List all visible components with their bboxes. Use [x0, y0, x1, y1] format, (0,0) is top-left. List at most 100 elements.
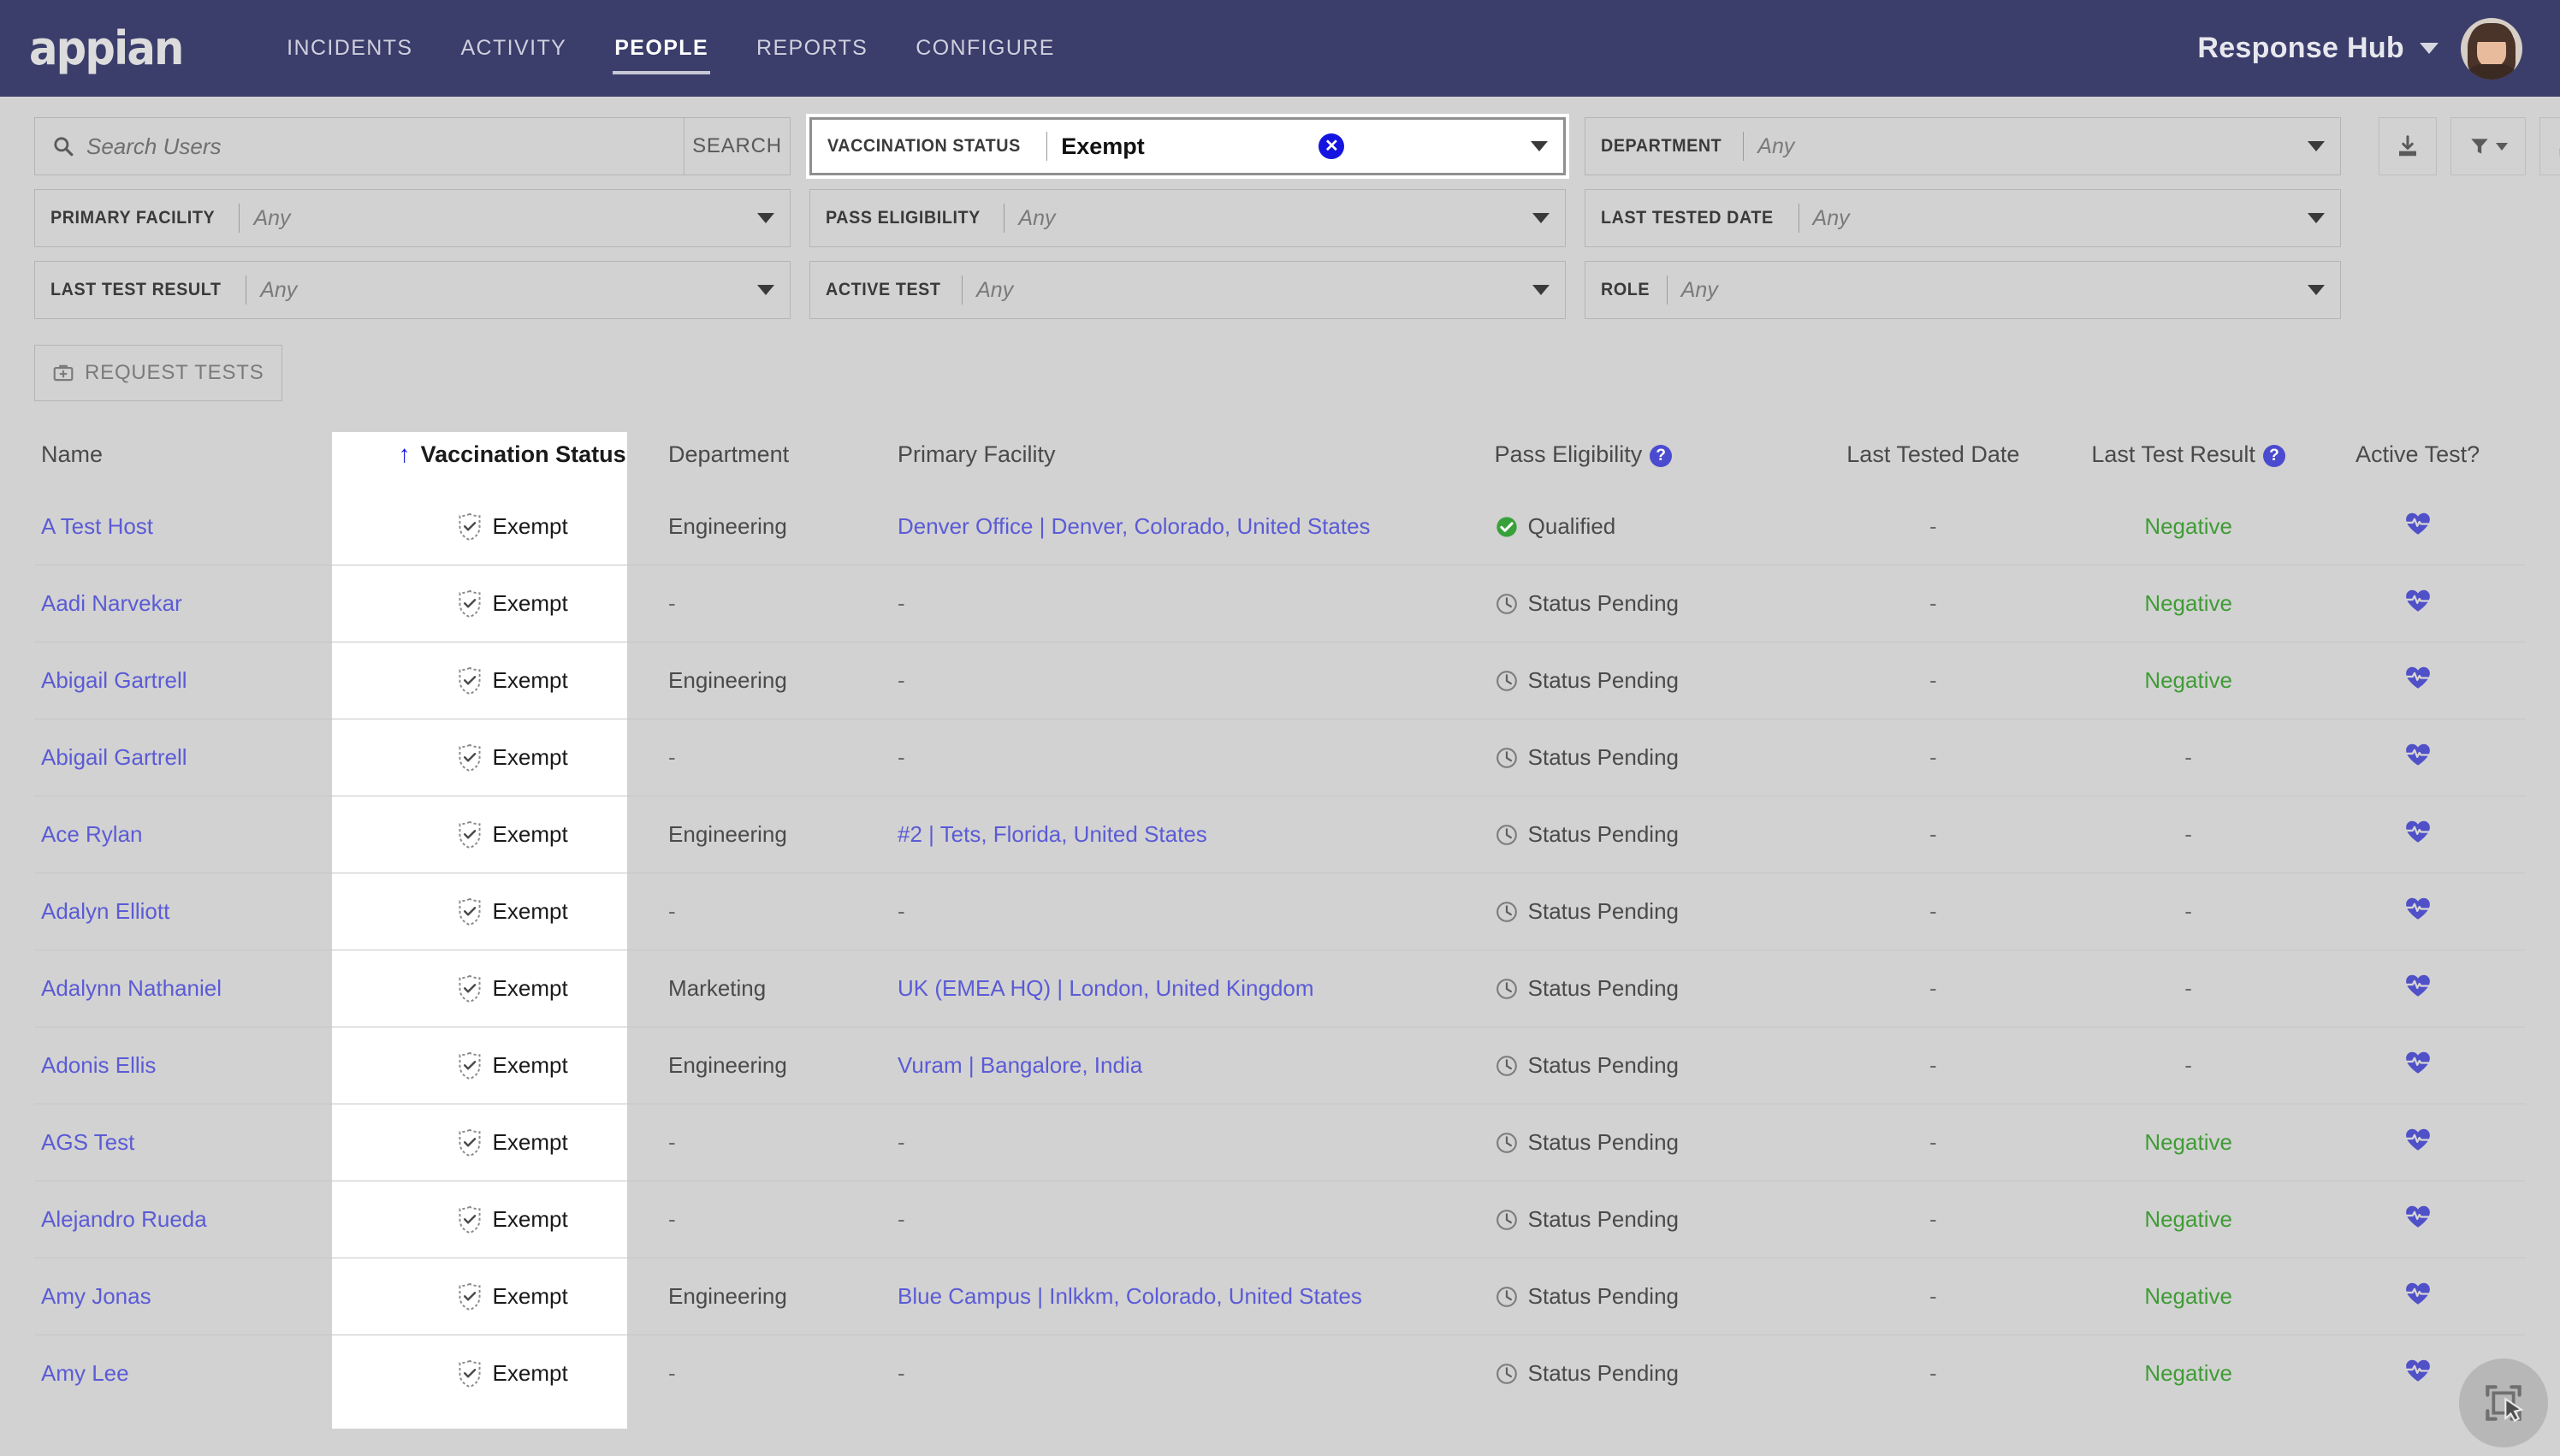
filter-last-tested-date-value: Any [1812, 205, 1850, 230]
chevron-down-icon[interactable] [2308, 213, 2325, 223]
facility-link[interactable]: #2 | Tets, Florida, United States [898, 821, 1207, 847]
nav-item-configure[interactable]: CONFIGURE [892, 0, 1079, 97]
column-header-vaccination-status[interactable]: ↑ Vaccination Status [363, 432, 661, 488]
search-input[interactable]: Search Users [34, 117, 684, 175]
person-link[interactable]: Adonis Ellis [41, 1052, 156, 1078]
search-button[interactable]: SEARCH [684, 117, 791, 175]
person-link[interactable]: Aadi Narvekar [41, 590, 182, 616]
table-row[interactable]: A Test Host Exempt Engineering Denver Offic… [34, 488, 2526, 565]
cell-active-test[interactable] [2309, 1104, 2526, 1181]
column-header-department[interactable]: Department [661, 432, 891, 488]
chevron-down-icon[interactable] [2308, 285, 2325, 295]
column-header-last-test-result[interactable]: Last Test Result? [2067, 432, 2309, 488]
chevron-down-icon[interactable] [1532, 285, 1550, 295]
column-header-last-tested-date[interactable]: Last Tested Date [1799, 432, 2067, 488]
person-link[interactable]: Ace Rylan [41, 821, 143, 847]
cell-name[interactable]: Abigail Gartrell [34, 642, 364, 719]
table-row[interactable]: Adonis Ellis Exempt Engineering Vuram | Ban… [34, 1027, 2526, 1104]
cell-active-test[interactable] [2309, 1027, 2526, 1104]
table-row[interactable]: Alejandro Rueda Exempt - - Status Pending - Ne… [34, 1181, 2526, 1258]
table-row[interactable]: Abigail Gartrell Exempt Engineering - Status… [34, 642, 2526, 719]
filter-last-test-result[interactable]: LAST TEST RESULT Any [34, 261, 791, 319]
site-name[interactable]: Response Hub [2197, 32, 2404, 65]
cell-last-test-result: Negative [2067, 1258, 2310, 1335]
chevron-down-icon[interactable] [2308, 141, 2325, 151]
person-link[interactable]: Alejandro Rueda [41, 1206, 207, 1232]
cell-active-test[interactable] [2309, 1181, 2526, 1258]
heart-pulse-icon [2405, 1282, 2430, 1305]
cell-name[interactable]: AGS Test [34, 1104, 364, 1181]
person-link[interactable]: Amy Lee [41, 1360, 129, 1386]
cell-name[interactable]: Adonis Ellis [34, 1027, 364, 1104]
cell-name[interactable]: A Test Host [34, 488, 363, 565]
cell-name[interactable]: Aadi Narvekar [34, 565, 364, 642]
table-header-row: Name ↑ Vaccination Status Department Prim… [34, 432, 2526, 488]
filter-vaccination-status[interactable]: VACCINATION STATUS Exempt ✕ [806, 114, 1569, 179]
help-icon[interactable]: ? [1650, 445, 1673, 467]
person-link[interactable]: A Test Host [41, 513, 153, 539]
table-row[interactable]: Ace Rylan Exempt Engineering #2 | Tets, Flo… [34, 796, 2526, 873]
person-link[interactable]: Adalynn Nathaniel [41, 975, 222, 1001]
appian-logo[interactable]: appian [29, 25, 184, 72]
filter-role-label: ROLE [1601, 280, 1650, 299]
cell-name[interactable]: Adalynn Nathaniel [34, 950, 364, 1027]
table-row[interactable]: Abigail Gartrell Exempt - - Status Pending - - [34, 719, 2526, 796]
person-link[interactable]: Abigail Gartrell [41, 744, 187, 770]
nav-item-activity[interactable]: ACTIVITY [436, 0, 590, 97]
filter-pass-eligibility[interactable]: PASS ELIGIBILITY Any [809, 189, 1566, 247]
filter-menu-button[interactable] [2450, 117, 2526, 175]
cell-active-test[interactable] [2309, 950, 2526, 1027]
request-tests-button[interactable]: REQUEST TESTS [34, 345, 282, 401]
table-row[interactable]: Adalynn Nathaniel Exempt Marketing UK (EMEA… [34, 950, 2526, 1027]
cell-primary-facility: - [890, 642, 1488, 719]
cell-name[interactable]: Adalyn Elliott [34, 873, 364, 950]
column-header-name[interactable]: Name [34, 432, 363, 488]
nav-item-people[interactable]: PEOPLE [590, 0, 732, 97]
filter-active-test[interactable]: ACTIVE TEST Any [809, 261, 1566, 319]
cell-name[interactable]: Abigail Gartrell [34, 719, 364, 796]
cell-active-test[interactable] [2309, 873, 2526, 950]
cell-active-test[interactable] [2309, 1258, 2526, 1335]
refresh-button[interactable] [2539, 117, 2560, 175]
cell-active-test[interactable] [2309, 488, 2526, 565]
column-header-active-test[interactable]: Active Test? [2309, 432, 2526, 488]
cell-active-test[interactable] [2309, 565, 2526, 642]
person-link[interactable]: Amy Jonas [41, 1283, 151, 1309]
person-link[interactable]: Adalyn Elliott [41, 898, 169, 924]
cell-name[interactable]: Amy Lee [34, 1335, 364, 1412]
table-row[interactable]: Adalyn Elliott Exempt - - Status Pending - - [34, 873, 2526, 950]
person-link[interactable]: Abigail Gartrell [41, 667, 187, 693]
column-header-primary-facility[interactable]: Primary Facility [891, 432, 1488, 488]
nav-item-reports[interactable]: REPORTS [732, 0, 892, 97]
person-link[interactable]: AGS Test [41, 1129, 134, 1155]
filter-last-tested-date[interactable]: LAST TESTED DATE Any [1585, 189, 2341, 247]
facility-link[interactable]: UK (EMEA HQ) | London, United Kingdom [898, 975, 1314, 1001]
cell-name[interactable]: Ace Rylan [34, 796, 364, 873]
download-button[interactable] [2379, 117, 2437, 175]
chevron-down-icon[interactable] [1531, 141, 1548, 151]
help-icon[interactable]: ? [2262, 445, 2285, 467]
column-header-pass-eligibility[interactable]: Pass Eligibility? [1488, 432, 1799, 488]
filter-department[interactable]: DEPARTMENT Any [1585, 117, 2341, 175]
facility-link[interactable]: Blue Campus | Inlkkm, Colorado, United S… [898, 1283, 1362, 1309]
table-row[interactable]: Amy Lee Exempt - - Status Pending - Negative [34, 1335, 2526, 1412]
facility-link[interactable]: Denver Office | Denver, Colorado, United… [898, 513, 1371, 539]
chevron-down-icon[interactable] [2420, 43, 2439, 54]
chevron-down-icon[interactable] [1532, 213, 1550, 223]
clear-filter-icon[interactable]: ✕ [1319, 133, 1345, 159]
cell-active-test[interactable] [2309, 796, 2526, 873]
chevron-down-icon[interactable] [757, 213, 774, 223]
cell-name[interactable]: Alejandro Rueda [34, 1181, 364, 1258]
filter-primary-facility[interactable]: PRIMARY FACILITY Any [34, 189, 791, 247]
cell-active-test[interactable] [2309, 642, 2526, 719]
chevron-down-icon[interactable] [757, 285, 774, 295]
avatar[interactable] [2461, 17, 2522, 80]
table-row[interactable]: Amy Jonas Exempt Engineering Blue Campus | … [34, 1258, 2526, 1335]
cell-name[interactable]: Amy Jonas [34, 1258, 364, 1335]
nav-item-incidents[interactable]: INCIDENTS [263, 0, 436, 97]
cell-active-test[interactable] [2309, 719, 2526, 796]
facility-link[interactable]: Vuram | Bangalore, India [898, 1052, 1142, 1078]
table-row[interactable]: AGS Test Exempt - - Status Pending - Negative [34, 1104, 2526, 1181]
filter-role[interactable]: ROLE Any [1585, 261, 2341, 319]
table-row[interactable]: Aadi Narvekar Exempt - - Status Pending - Nega… [34, 565, 2526, 642]
